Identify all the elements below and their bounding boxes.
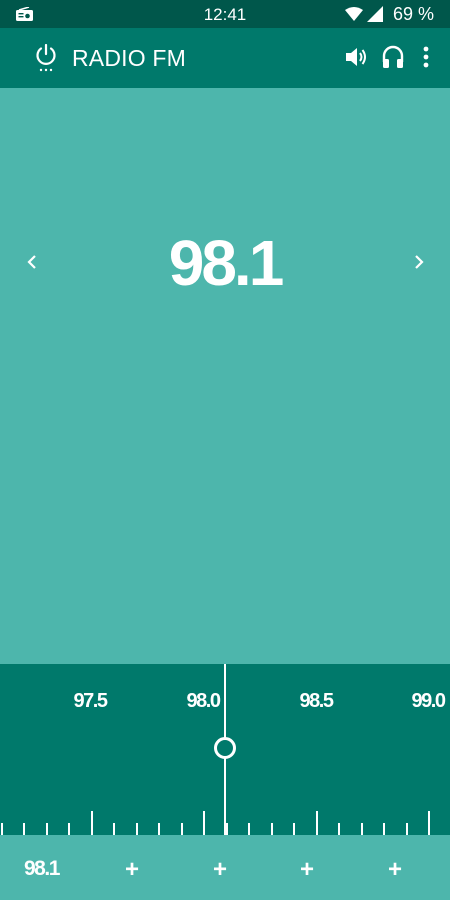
dial-tick bbox=[0, 823, 3, 835]
dial-tick bbox=[248, 823, 250, 835]
volume-icon[interactable] bbox=[344, 46, 368, 68]
signal-icon bbox=[367, 6, 383, 22]
dial-tick bbox=[315, 811, 318, 835]
tuning-dial[interactable]: 97.5 98.0 98.5 99.0 bbox=[0, 664, 450, 835]
dial-tick bbox=[338, 823, 340, 835]
current-frequency: 98.1 bbox=[168, 227, 285, 299]
preset-button[interactable]: 98.1 bbox=[24, 857, 60, 881]
app-title: RADIO FM bbox=[72, 45, 187, 71]
dial-tick bbox=[23, 823, 25, 835]
status-bar: 12:41 69 % bbox=[0, 0, 450, 28]
add-preset-button[interactable]: + bbox=[205, 855, 235, 885]
more-vert-icon[interactable] bbox=[418, 45, 434, 69]
dial-tick bbox=[405, 823, 408, 835]
dial-tick bbox=[45, 823, 48, 835]
dial-tick bbox=[203, 811, 205, 835]
dial-tick bbox=[383, 823, 385, 835]
dial-tick bbox=[90, 811, 93, 835]
dial-tick bbox=[428, 811, 430, 835]
chevron-right-icon[interactable] bbox=[409, 250, 429, 274]
dial-label: 99.0 bbox=[411, 690, 446, 712]
dial-tick bbox=[293, 823, 295, 835]
preset-bar: 98.1 + + + + bbox=[0, 835, 450, 900]
wifi-icon bbox=[345, 7, 363, 21]
add-preset-button[interactable]: + bbox=[380, 855, 410, 885]
dial-tick bbox=[113, 823, 115, 835]
add-preset-button[interactable]: + bbox=[292, 855, 322, 885]
tuning-knob[interactable] bbox=[214, 737, 236, 759]
headphones-icon[interactable] bbox=[381, 45, 405, 69]
power-icon[interactable] bbox=[34, 44, 58, 72]
dial-tick bbox=[68, 823, 70, 835]
dial-tick bbox=[135, 823, 138, 835]
dial-tick bbox=[180, 823, 183, 835]
dial-label: 97.5 bbox=[73, 690, 108, 712]
frequency-display-area: 98.1 bbox=[0, 88, 450, 664]
dial-label: 98.5 bbox=[299, 690, 334, 712]
dial-label: 98.0 bbox=[186, 690, 221, 712]
battery-level: 69 % bbox=[393, 4, 435, 24]
dial-tick bbox=[158, 823, 160, 835]
app-toolbar: RADIO FM bbox=[0, 28, 450, 88]
dial-tick bbox=[270, 823, 273, 835]
add-preset-button[interactable]: + bbox=[117, 855, 147, 885]
dial-tick bbox=[360, 823, 363, 835]
